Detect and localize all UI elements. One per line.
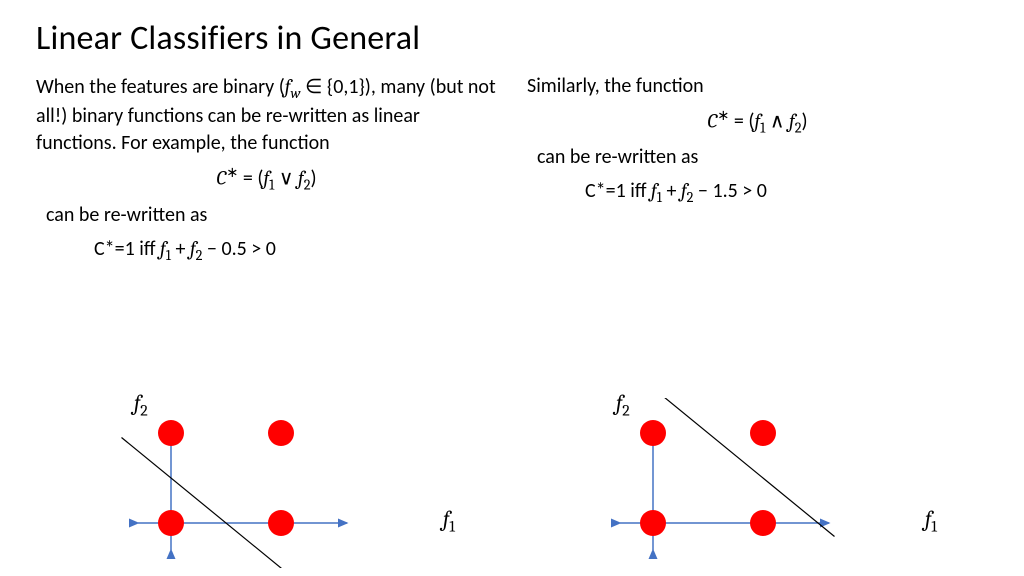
- text: C*=1 iff: [585, 179, 651, 203]
- sub-1: 1: [931, 517, 937, 535]
- left-equation-or: C∗ = (f1 ∨ f2): [36, 163, 497, 195]
- left-column: When the features are binary (fw ∈ {0,1}…: [36, 73, 497, 271]
- text: = (: [238, 167, 263, 191]
- threshold: − 1.5 > 0: [693, 179, 766, 203]
- var-c: C: [216, 167, 226, 190]
- text: ): [311, 167, 317, 191]
- y-axis-label: f2: [616, 390, 630, 419]
- threshold: − 0.5 > 0: [202, 237, 275, 261]
- y-axis-label: f2: [134, 390, 148, 419]
- sub-2: 2: [304, 177, 311, 194]
- right-paragraph-1: Similarly, the function: [527, 73, 988, 100]
- superscript-star: ∗: [226, 164, 238, 181]
- chart-and-svg: [563, 398, 943, 568]
- text: When the features are binary (: [36, 75, 285, 99]
- sub-1: 1: [449, 517, 455, 535]
- content-columns: When the features are binary (fw ∈ {0,1}…: [36, 73, 988, 271]
- or-op: ∨: [274, 167, 298, 191]
- var-c: C: [707, 110, 717, 133]
- x-axis-label: f1: [925, 506, 937, 535]
- text: ): [802, 110, 808, 134]
- chart-and: f2 f1: [563, 398, 943, 568]
- sub-w: w: [290, 85, 300, 102]
- right-column: Similarly, the function C∗ = (f1 ∧ f2) c…: [527, 73, 988, 271]
- right-equation-linear: C*=1 iff f1 + f2 − 1.5 > 0: [585, 177, 988, 207]
- and-op: ∧: [765, 110, 789, 134]
- plus: +: [171, 237, 190, 261]
- text: = (: [729, 110, 754, 134]
- chart-or-svg: [81, 398, 461, 568]
- chart-row: f2 f1 f2 f1: [0, 398, 1024, 568]
- page-title: Linear Classifiers in General: [36, 18, 988, 59]
- x-axis-label: f1: [443, 506, 455, 535]
- sub-2: 2: [140, 401, 147, 419]
- plus: +: [662, 179, 681, 203]
- right-paragraph-2: can be re-written as: [537, 144, 988, 171]
- text: C*=1 iff: [94, 237, 160, 261]
- right-equation-and: C∗ = (f1 ∧ f2): [527, 106, 988, 138]
- left-equation-linear: C*=1 iff f1 + f2 − 0.5 > 0: [94, 235, 497, 265]
- chart-or: f2 f1: [81, 398, 461, 568]
- left-paragraph-2: can be re-written as: [46, 202, 497, 229]
- sub-2: 2: [795, 120, 802, 137]
- left-paragraph-1: When the features are binary (fw ∈ {0,1}…: [36, 73, 497, 157]
- sub-2: 2: [622, 401, 629, 419]
- superscript-star: ∗: [717, 107, 729, 124]
- set-membership: ∈ {0,1}: [300, 75, 364, 99]
